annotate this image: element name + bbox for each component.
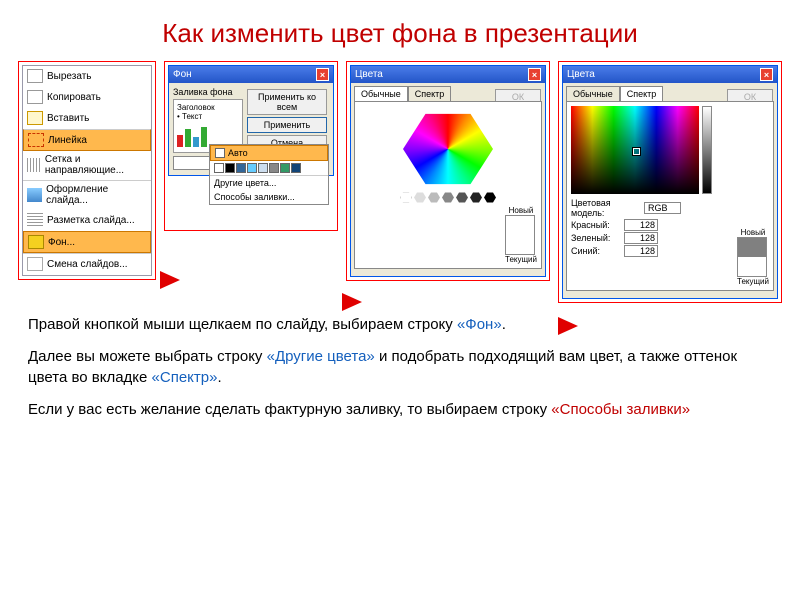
dd-other-colors[interactable]: Другие цвета... [210,175,328,190]
color-dropdown-popup: Авто Другие цвета... Способы заливки... [209,144,329,205]
menu-paste[interactable]: Вставить [23,108,151,129]
context-menu: Вырезать Копировать Вставить Линейка Сет… [22,65,152,276]
copy-icon [27,90,43,104]
scissors-icon [27,69,43,83]
menu-background[interactable]: Фон... [23,231,151,253]
background-icon [28,235,44,249]
arrow-icon [342,293,362,311]
apply-all-button[interactable]: Применить ко всем [247,89,327,115]
blue-input[interactable] [624,245,658,257]
dd-swatches[interactable] [210,161,328,175]
layout-icon [27,213,43,227]
transition-icon [27,257,43,271]
instruction-3: Если у вас есть желание сделать фактурну… [0,388,800,420]
color-preview [505,215,535,255]
close-icon[interactable]: × [316,68,329,81]
fon-group-label: Заливка фона [173,87,243,97]
tab-standard[interactable]: Обычные [566,86,620,101]
grid-icon [27,158,41,172]
arrow-icon [558,317,578,335]
panel-colors-std: Цвета× Обычные Спектр ОК Отмена [346,61,550,281]
arrow-icon [160,271,180,289]
menu-transition[interactable]: Смена слайдов... [23,253,151,275]
menu-copy[interactable]: Копировать [23,87,151,108]
ruler-icon [28,133,44,147]
grayscale-row[interactable] [359,192,537,203]
menu-design[interactable]: Оформление слайда... [23,180,151,210]
tab-standard[interactable]: Обычные [354,86,408,101]
dd-fill-methods[interactable]: Способы заливки... [210,190,328,204]
hex-color-picker[interactable] [403,110,493,188]
paste-icon [27,111,43,125]
close-icon[interactable]: × [528,68,541,81]
tab-spectrum[interactable]: Спектр [620,86,664,101]
panel-context-menu: Вырезать Копировать Вставить Линейка Сет… [18,61,156,280]
fon-titlebar: Фон × [169,66,333,83]
page-title: Как изменить цвет фона в презентации [0,0,800,61]
instruction-1: Правой кнопкой мыши щелкаем по слайду, в… [0,303,800,335]
close-icon[interactable]: × [760,68,773,81]
picker-cursor-icon [633,148,640,155]
menu-ruler[interactable]: Линейка [23,129,151,151]
model-select[interactable]: RGB [644,202,681,214]
green-input[interactable] [624,232,658,244]
menu-grid[interactable]: Сетка и направляющие... [23,151,151,180]
tab-spectrum[interactable]: Спектр [408,86,452,101]
red-input[interactable] [624,219,658,231]
colors-std-dialog: Цвета× Обычные Спектр ОК Отмена [350,65,546,277]
menu-cut[interactable]: Вырезать [23,66,151,87]
spectrum-picker[interactable] [571,106,699,194]
panel-fon-dialog: Фон × Заливка фона Заголовок • Текст ▾ [164,61,338,231]
instruction-2: Далее вы можете выбрать строку «Другие ц… [0,335,800,388]
value-slider[interactable] [702,106,712,194]
model-label: Цветовая модель: [571,198,641,218]
design-icon [27,188,42,202]
panel-colors-spec: Цвета× Обычные Спектр ОК Отмена [558,61,782,303]
dd-auto[interactable]: Авто [210,145,328,161]
menu-layout[interactable]: Разметка слайда... [23,210,151,231]
colors-spec-dialog: Цвета× Обычные Спектр ОК Отмена [562,65,778,299]
apply-button[interactable]: Применить [247,117,327,133]
color-preview [737,237,767,277]
